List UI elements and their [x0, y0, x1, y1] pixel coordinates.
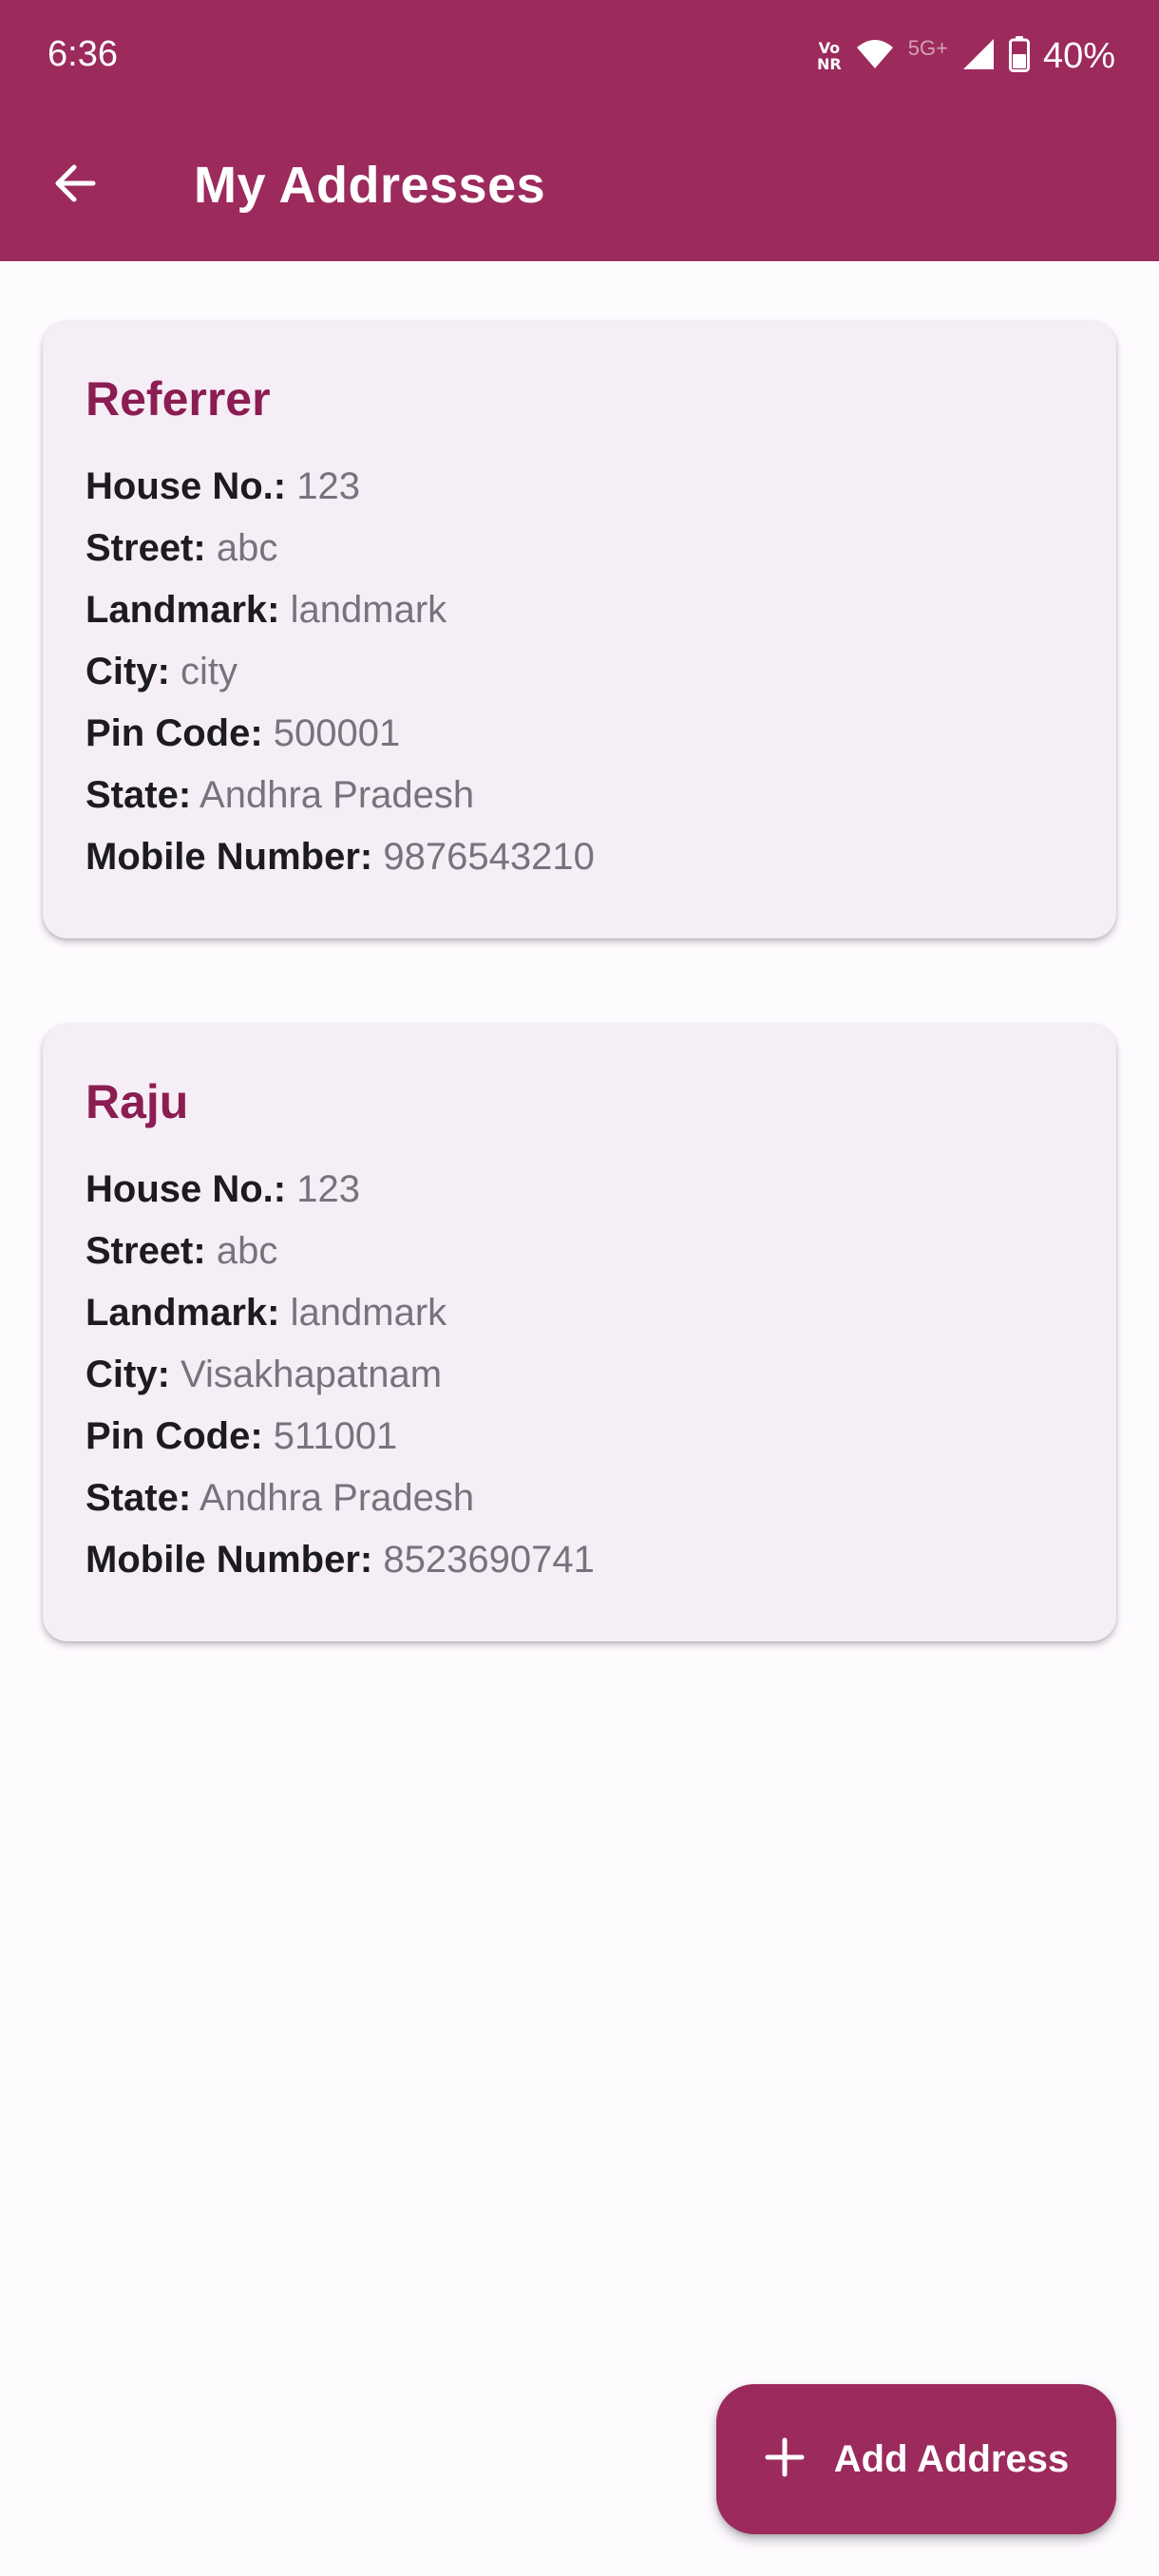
field-value: landmark [290, 589, 447, 631]
address-card[interactable]: Referrer House No.: 123 Street: abc Land… [43, 321, 1116, 938]
pin-code-row: Pin Code: 500001 [86, 703, 1074, 765]
field-value: abc [216, 1230, 278, 1272]
field-label: Pin Code: [86, 1415, 263, 1457]
signal-icon [961, 37, 996, 76]
status-bar: 6:36 Vo NR 5G+ 40% [0, 0, 1159, 114]
field-label: Street: [86, 527, 206, 569]
toolbar: My Addresses [0, 133, 1159, 247]
field-value: 511001 [273, 1415, 398, 1457]
field-label: Mobile Number: [86, 836, 373, 878]
address-name: Raju [86, 1075, 189, 1128]
plus-icon [764, 2436, 806, 2483]
field-value: Visakhapatnam [180, 1354, 443, 1395]
field-label: House No.: [86, 465, 287, 507]
volte-label-bottom: NR [817, 55, 842, 73]
field-value: landmark [290, 1292, 447, 1334]
street-row: Street: abc [86, 518, 1074, 579]
page-title: My Addresses [194, 157, 546, 214]
volte-label-top: Vo [818, 39, 841, 57]
landmark-row: Landmark: landmark [86, 579, 1074, 641]
address-card[interactable]: Raju House No.: 123 Street: abc Landmark… [43, 1024, 1116, 1641]
app-bar: 6:36 Vo NR 5G+ 40% My Addresses [0, 0, 1159, 261]
mobile-number-row: Mobile Number: 8523690741 [86, 1529, 1074, 1591]
battery-percent: 40% [1042, 35, 1115, 76]
network-type-label: 5G+ [907, 36, 948, 60]
house-no-row: House No.: 123 [86, 456, 1074, 518]
field-label: State: [86, 774, 192, 816]
field-value: Andhra Pradesh [200, 1477, 475, 1519]
field-value: 9876543210 [383, 836, 595, 878]
field-label: Landmark: [86, 589, 280, 631]
house-no-row: House No.: 123 [86, 1159, 1074, 1221]
field-label: Pin Code: [86, 712, 263, 754]
city-row: City: Visakhapatnam [86, 1344, 1074, 1406]
mobile-number-row: Mobile Number: 9876543210 [86, 826, 1074, 888]
field-value: abc [216, 527, 278, 569]
state-row: State: Andhra Pradesh [86, 1468, 1074, 1529]
field-label: Mobile Number: [86, 1539, 373, 1581]
address-details: House No.: 123 Street: abc Landmark: lan… [86, 1159, 1074, 1591]
street-row: Street: abc [86, 1221, 1074, 1282]
add-address-label: Add Address [833, 2437, 1070, 2480]
field-label: State: [86, 1477, 192, 1519]
status-icons: Vo NR 5G+ 40% [817, 32, 1115, 80]
state-row: State: Andhra Pradesh [86, 765, 1074, 826]
address-details: House No.: 123 Street: abc Landmark: lan… [86, 456, 1074, 888]
address-name: Referrer [86, 372, 271, 426]
status-time: 6:36 [48, 34, 118, 74]
field-value: 123 [296, 465, 360, 507]
landmark-row: Landmark: landmark [86, 1282, 1074, 1344]
add-address-button[interactable]: Add Address [716, 2384, 1116, 2534]
field-value: 8523690741 [383, 1539, 595, 1581]
field-value: city [180, 651, 238, 692]
volte-icon: Vo NR [817, 40, 842, 72]
field-label: Street: [86, 1230, 206, 1272]
field-label: Landmark: [86, 1292, 280, 1334]
field-value: Andhra Pradesh [200, 774, 475, 816]
field-value: 500001 [273, 712, 401, 754]
back-button[interactable] [36, 146, 114, 224]
city-row: City: city [86, 641, 1074, 703]
field-label: City: [86, 651, 170, 692]
field-label: City: [86, 1354, 170, 1395]
wifi-icon [855, 38, 895, 75]
arrow-back-icon [51, 160, 99, 212]
field-value: 123 [296, 1168, 360, 1210]
battery-icon [1008, 35, 1030, 77]
pin-code-row: Pin Code: 511001 [86, 1406, 1074, 1468]
field-label: House No.: [86, 1168, 287, 1210]
